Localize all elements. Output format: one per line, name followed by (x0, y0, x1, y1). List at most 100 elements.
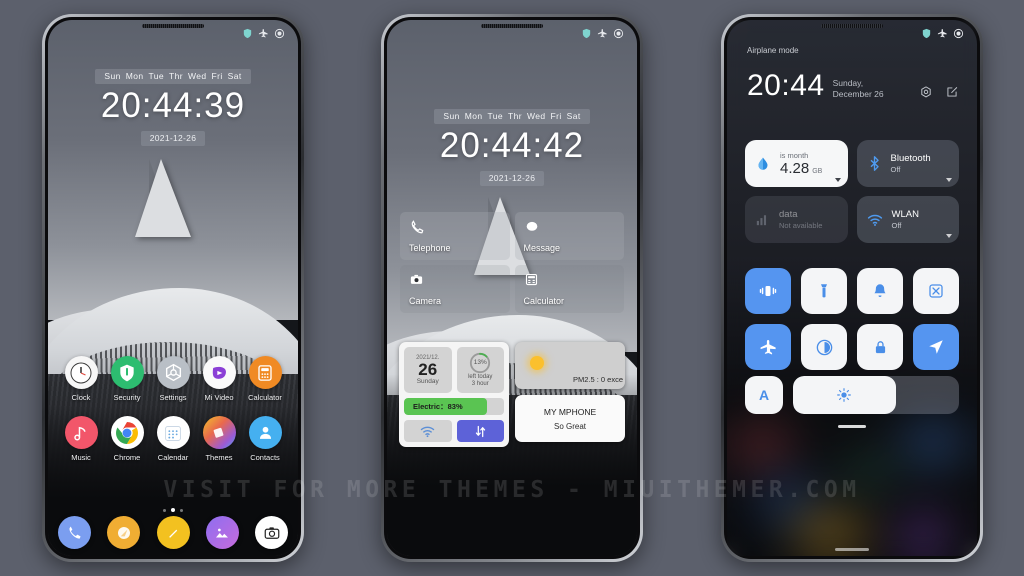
control-center-cards: is month 4.28 GB Bluetooth Off data Not … (745, 140, 959, 243)
data-toggle-tile[interactable] (456, 420, 504, 442)
contrast-icon (816, 339, 832, 355)
date-tile[interactable]: 2021/12. 26 Sunday (404, 347, 452, 393)
browser-icon (117, 526, 130, 539)
data-usage-period: is month (780, 151, 809, 160)
mobile-data-state: Not available (779, 221, 823, 230)
brightness-row: A (745, 376, 959, 414)
app-calendar[interactable]: Calendar (150, 416, 196, 462)
phone-icon (69, 526, 81, 539)
weather-card[interactable]: PM2.5 : 0 exce (515, 342, 625, 389)
wifi-icon (421, 426, 435, 437)
dock-phone[interactable] (58, 516, 91, 549)
location-icon (929, 340, 943, 354)
toggle-vibrate[interactable] (745, 268, 791, 314)
shortcut-label: Message (523, 243, 561, 253)
page-indicator[interactable] (48, 499, 298, 517)
bell-icon (874, 284, 886, 297)
toggle-airplane[interactable] (745, 324, 791, 370)
clock-icon (70, 362, 92, 383)
app-calculator[interactable]: Calculator (242, 356, 288, 402)
name-card-line2: So Great (553, 421, 586, 431)
status-bar-icons (921, 28, 964, 39)
data-transfer-icon (475, 425, 485, 437)
cc-clock-date: Sunday, December 26 (832, 77, 884, 99)
weekday-2: Tue (148, 71, 165, 81)
brightness-slider[interactable] (793, 376, 959, 414)
mobile-data-title: data (779, 209, 798, 220)
status-bar-icons (581, 28, 624, 39)
app-security[interactable]: Security (104, 356, 150, 402)
card-mobile-data[interactable]: data Not available (745, 196, 848, 243)
toggle-screenshot[interactable] (913, 268, 959, 314)
dock-camera[interactable] (255, 516, 288, 549)
shortcut-message[interactable]: Message (514, 212, 624, 260)
shortcut-telephone[interactable]: Telephone (400, 212, 510, 260)
lock-icon (875, 340, 885, 353)
app-clock[interactable]: Clock (58, 356, 104, 402)
toggle-dark-mode[interactable] (801, 324, 847, 370)
earpiece-speaker (142, 24, 204, 28)
time-row: 20:44 Sunday, December 26 (747, 71, 959, 101)
phone1-bezel: Sun Mon Tue Thr Wed Fri Sat 20:44:39 2021-12-2… (45, 17, 301, 559)
phone-control-center: Airplane mode 20:44 Sunday, December 26 … (721, 14, 983, 562)
chevron-down-icon[interactable] (946, 234, 952, 238)
wlan-title: WLAN (891, 209, 919, 220)
data-drop-icon (758, 157, 768, 170)
scissors-icon (929, 284, 943, 298)
weekday-6: Sat (227, 71, 242, 81)
home-indicator[interactable] (835, 548, 869, 551)
wifi-icon (867, 214, 882, 226)
sun-icon (530, 356, 544, 370)
chevron-down-icon[interactable] (946, 178, 952, 182)
wifi-toggle-tile[interactable] (404, 420, 452, 442)
shortcut-camera[interactable]: Camera (400, 265, 510, 313)
edit-icon[interactable] (945, 85, 959, 99)
clock-time: 20:44:42 (439, 126, 585, 165)
airplane-icon (760, 339, 776, 354)
weekday-5: Fri (550, 111, 562, 121)
calculator-icon (258, 364, 272, 381)
app-contacts[interactable]: Contacts (242, 416, 288, 462)
weekday-2: Tue (487, 111, 504, 121)
message-icon (526, 221, 537, 231)
weekday-0: Sun (443, 111, 460, 121)
app-music[interactable]: Music (58, 416, 104, 462)
airplane-icon (937, 28, 947, 38)
shortcut-label: Telephone (409, 243, 451, 253)
battery-widget[interactable]: Electric：83% (404, 398, 504, 415)
dock-browser[interactable] (107, 516, 141, 549)
weekday-4: Wed (187, 71, 207, 81)
gear-icon[interactable] (919, 85, 933, 99)
auto-brightness-button[interactable]: A (745, 376, 783, 414)
dock-gallery[interactable] (205, 516, 239, 549)
app-mi-video[interactable]: Mi Video (196, 356, 242, 402)
play-icon (212, 366, 226, 379)
drag-handle[interactable] (838, 425, 866, 428)
lockscreen-clock-block: Sun Mon Tue Thr Wed Fri Sat 20:44:39 2021-12-2… (48, 66, 298, 146)
toggle-location[interactable] (913, 324, 959, 370)
toggle-ringer[interactable] (857, 268, 903, 314)
shortcut-calculator[interactable]: Calculator (514, 265, 624, 313)
pm25-text: PM2.5 : 0 exce (572, 375, 623, 384)
earpiece-speaker (821, 24, 883, 28)
weekday-1: Mon (125, 71, 144, 81)
chevron-down-icon[interactable] (834, 178, 841, 182)
progress-tile[interactable]: 13% left today 3 hour (456, 347, 504, 393)
clock-date: 2021-12-26 (479, 170, 545, 186)
app-themes[interactable]: Themes (196, 416, 242, 462)
toggle-lock[interactable] (857, 324, 903, 370)
data-usage-value: 4.28 (780, 160, 810, 177)
dock-notes[interactable] (156, 516, 190, 549)
app-chrome[interactable]: Chrome (104, 416, 150, 462)
app-settings[interactable]: Settings (150, 356, 196, 402)
card-wlan[interactable]: WLAN Off (856, 196, 959, 243)
weekday-0: Sun (104, 71, 121, 81)
toggle-flashlight[interactable] (801, 268, 847, 314)
card-data-usage[interactable]: is month 4.28 GB (745, 140, 848, 187)
card-bluetooth[interactable]: Bluetooth Off (856, 140, 959, 187)
name-card[interactable]: MY MPHONE So Great (515, 395, 625, 442)
chrome-icon (116, 421, 138, 444)
shield-icon (243, 28, 252, 38)
airplane-icon (258, 28, 268, 38)
notes-icon (169, 529, 178, 538)
